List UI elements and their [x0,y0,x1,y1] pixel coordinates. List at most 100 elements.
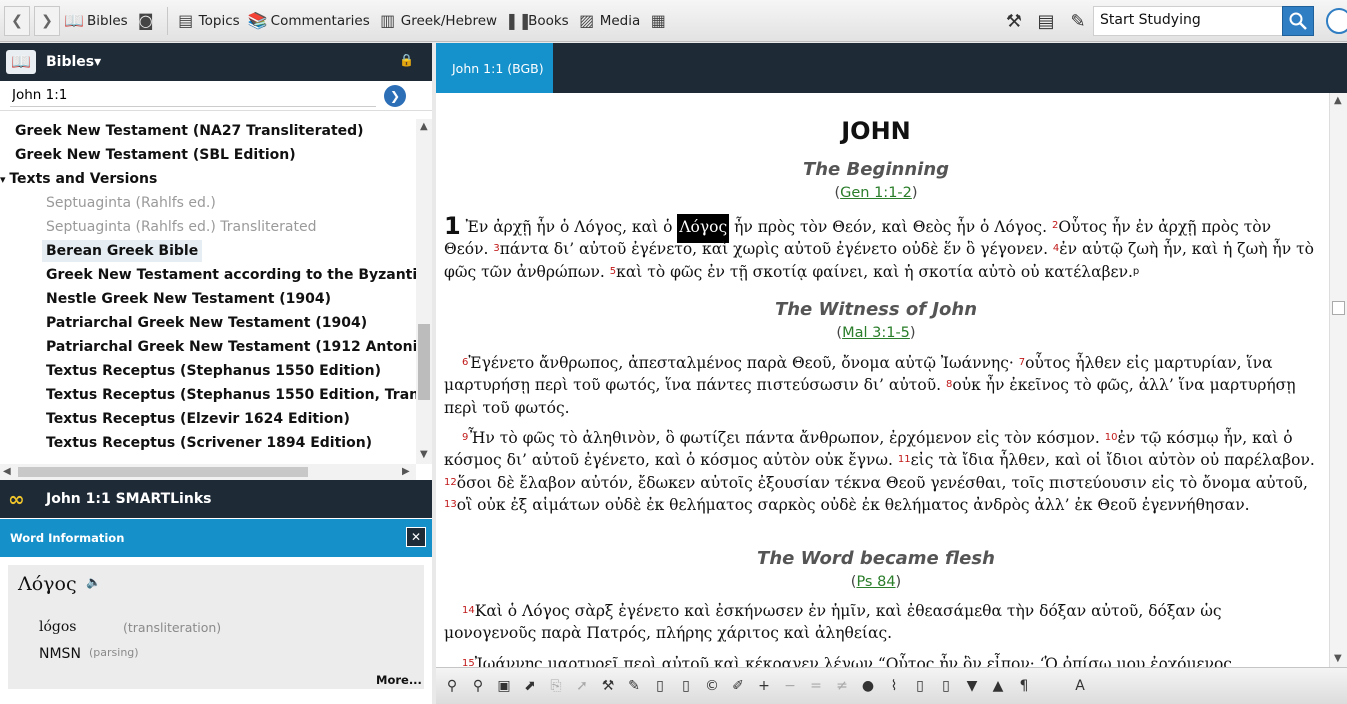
account-icon[interactable] [1326,8,1347,34]
equals-icon[interactable]: = [804,673,828,699]
books-button[interactable]: ❚❚ Books [501,5,573,37]
commentaries-button[interactable]: 📚 Commentaries [244,5,374,37]
text-size-icon[interactable]: A [1068,673,1092,699]
topics-button[interactable]: ▤ Topics [172,5,244,37]
arrow-down-icon[interactable]: ▼ [960,673,984,699]
scroll-up-icon[interactable]: ▲ [420,121,428,132]
verse-text[interactable]: εἰς τὰ ἴδια ἦλθεν, καὶ οἱ ἴδιοι αὐτὸν οὐ… [911,451,1315,469]
scroll-thumb[interactable] [418,324,430,400]
scroll-down-icon[interactable]: ▼ [420,449,428,460]
scroll-left-icon[interactable]: ◀ [3,466,11,477]
bible-list-item[interactable]: Nestle Greek New Testament (1904) [0,287,416,311]
bible-list-item[interactable]: Greek New Testament according to the Byz… [0,263,416,287]
plus-icon[interactable]: + [752,673,776,699]
verse-text[interactable]: πάντα δι’ αὐτοῦ ἐγένετο, καὶ χωρὶς αὐτοῦ… [500,240,1053,258]
scroll-up-icon[interactable]: ▲ [1334,95,1342,106]
verse-number[interactable]: 13 [444,499,457,510]
bible-list-item[interactable]: Berean Greek Bible [0,239,416,263]
forward-button[interactable]: ❯ [34,5,60,36]
bible-list: Greek New Testament (NA27 Transliterated… [0,119,416,464]
notes-icon[interactable]: ▯ [648,673,672,699]
minus-icon[interactable]: − [778,673,802,699]
reader-scrollbar[interactable]: ▲ ▼ [1329,93,1347,667]
verse-text[interactable]: Ἰωάννης μαρτυρεῖ περὶ αὐτοῦ καὶ κέκραγεν… [475,655,1232,667]
reading-plan-button[interactable]: ◙ [132,5,163,37]
page-icon[interactable]: ▯ [908,673,932,699]
scroll-thumb[interactable] [1332,301,1345,315]
xref-link[interactable]: Ps 84 [856,574,895,590]
cursor-icon[interactable]: ➚ [570,673,594,699]
back-button[interactable]: ❮ [4,5,30,36]
xref-link[interactable]: Gen 1:1-2 [840,185,912,201]
bookmark-icon[interactable]: ▯ [674,673,698,699]
media-button[interactable]: ▨ Media [573,5,645,37]
tree-group[interactable]: ▾ Texts and Versions [0,167,416,191]
xref-link[interactable]: Mal 3:1-5 [842,325,910,341]
verse-number[interactable]: 12 [444,477,457,488]
paperclip-icon[interactable]: ⌇ [882,673,906,699]
verse-text[interactable]: Ἐν ἀρχῇ ἦν ὁ Λόγος, καὶ ὁ [461,218,678,236]
bible-list-item[interactable]: Septuaginta (Rahlfs ed.) [0,191,416,215]
list-horizontal-scrollbar[interactable]: ◀ ▶ [0,464,416,480]
expand-arrow-icon[interactable]: ▾ [0,173,9,186]
bible-list-item[interactable]: Greek New Testament (NA27 Transliterated… [0,119,416,143]
tab-john-1-1[interactable]: John 1:1 (BGB) [436,43,553,93]
page2-icon[interactable]: ▯ [934,673,958,699]
verse-number[interactable]: 10 [1105,432,1118,443]
bibles-dropdown[interactable]: Bibles▾ [46,54,101,70]
bible-list-item[interactable]: Textus Receptus (Elzevir 1624 Edition) [0,407,416,431]
verse-number[interactable]: 15 [462,658,475,667]
smartlinks-header[interactable]: ∞ John 1:1 SMARTLinks [0,480,432,518]
bible-list-item[interactable]: Patriarchal Greek New Testament (1904) [0,311,416,335]
not-equal-icon[interactable]: ≠ [830,673,854,699]
circle-icon[interactable]: ● [856,673,880,699]
paragraph-icon[interactable]: ¶ [1012,673,1036,699]
greek-hebrew-button[interactable]: ▥ Greek/Hebrew [374,5,501,37]
scroll-right-icon[interactable]: ▶ [402,466,410,477]
bible-text: JOHN The Beginning (Gen 1:1-2) 1 Ἐν ἀρχῇ… [436,93,1329,667]
search-plus-icon[interactable]: ⚲ [466,673,490,699]
search-input[interactable]: Start Studying [1093,6,1283,36]
bibles-button[interactable]: 📖 Bibles [60,5,132,37]
close-button[interactable]: ✕ [406,527,426,547]
list-vertical-scrollbar[interactable]: ▲ ▼ [416,119,432,464]
notes-button[interactable]: ✎ [1064,6,1092,36]
go-button[interactable]: ❯ [384,84,406,107]
expand-icon[interactable]: ⬈ [518,673,542,699]
bible-list-item[interactable]: Textus Receptus (Stephanus 1550 Edition,… [0,383,416,407]
bible-list-item[interactable]: Septuaginta (Rahlfs ed.) Transliterated [0,215,416,239]
verse-text[interactable]: ἦν πρὸς τὸν Θεόν, καὶ Θεὸς ἦν ὁ Λόγος. [729,218,1052,236]
copyright-icon[interactable]: © [700,673,724,699]
lock-icon[interactable]: 🔒 [399,53,414,67]
verse-text[interactable]: Ἦν τὸ φῶς τὸ ἀληθινὸν, ὃ φωτίζει πάντα ἄ… [468,429,1104,447]
bible-list-item[interactable]: Greek New Testament (SBL Edition) [0,143,416,167]
tools-icon[interactable]: ⚒ [596,673,620,699]
verse-text[interactable]: οἳ οὐκ ἐξ αἱμάτων οὐδὲ ἐκ θελήματος σαρκ… [457,496,1250,514]
search-button[interactable] [1282,6,1314,36]
hscroll-thumb[interactable] [18,467,308,477]
documents-button[interactable]: ▤ [1032,6,1060,36]
verse-text[interactable]: Ἐγένετο ἄνθρωπος, ἀπεσταλμένος παρὰ Θεοῦ… [468,354,1018,372]
scan-icon[interactable]: ▣ [492,673,516,699]
more-link[interactable]: More... [376,673,422,687]
reference-input[interactable] [10,84,376,107]
highlighter-icon[interactable]: ✐ [726,673,750,699]
footnote-marker[interactable]: p [1133,266,1139,277]
verse-text[interactable]: Καὶ ὁ Λόγος σὰρξ ἐγένετο καὶ ἐσκήνωσεν ἐ… [444,602,1222,642]
verse-number[interactable]: 11 [898,454,911,465]
scroll-down-icon[interactable]: ▼ [1334,653,1342,664]
layout-button[interactable]: ▦ [644,5,675,37]
bible-list-item[interactable]: Patriarchal Greek New Testament (1912 An… [0,335,416,359]
speaker-icon[interactable]: 🔈 [86,575,101,589]
selected-word[interactable]: Λόγος [677,214,730,243]
verse-text[interactable]: ὅσοι δὲ ἔλαβον αὐτόν, ἔδωκεν αὐτοῖς ἐξου… [457,474,1308,492]
verse-number[interactable]: 14 [462,605,475,616]
bible-list-item[interactable]: Textus Receptus (Scrivener 1894 Edition) [0,431,416,455]
bible-list-item[interactable]: Textus Receptus (Stephanus 1550 Edition) [0,359,416,383]
search-icon[interactable]: ⚲ [440,673,464,699]
arrow-up-icon[interactable]: ▲ [986,673,1010,699]
copy-icon[interactable]: ⎘ [544,673,568,699]
tools-button[interactable]: ⚒ [1000,6,1028,36]
verse-text[interactable]: καὶ τὸ φῶς ἐν τῇ σκοτίᾳ φαίνει, καὶ ἡ σκ… [616,263,1133,281]
edit-icon[interactable]: ✎ [622,673,646,699]
